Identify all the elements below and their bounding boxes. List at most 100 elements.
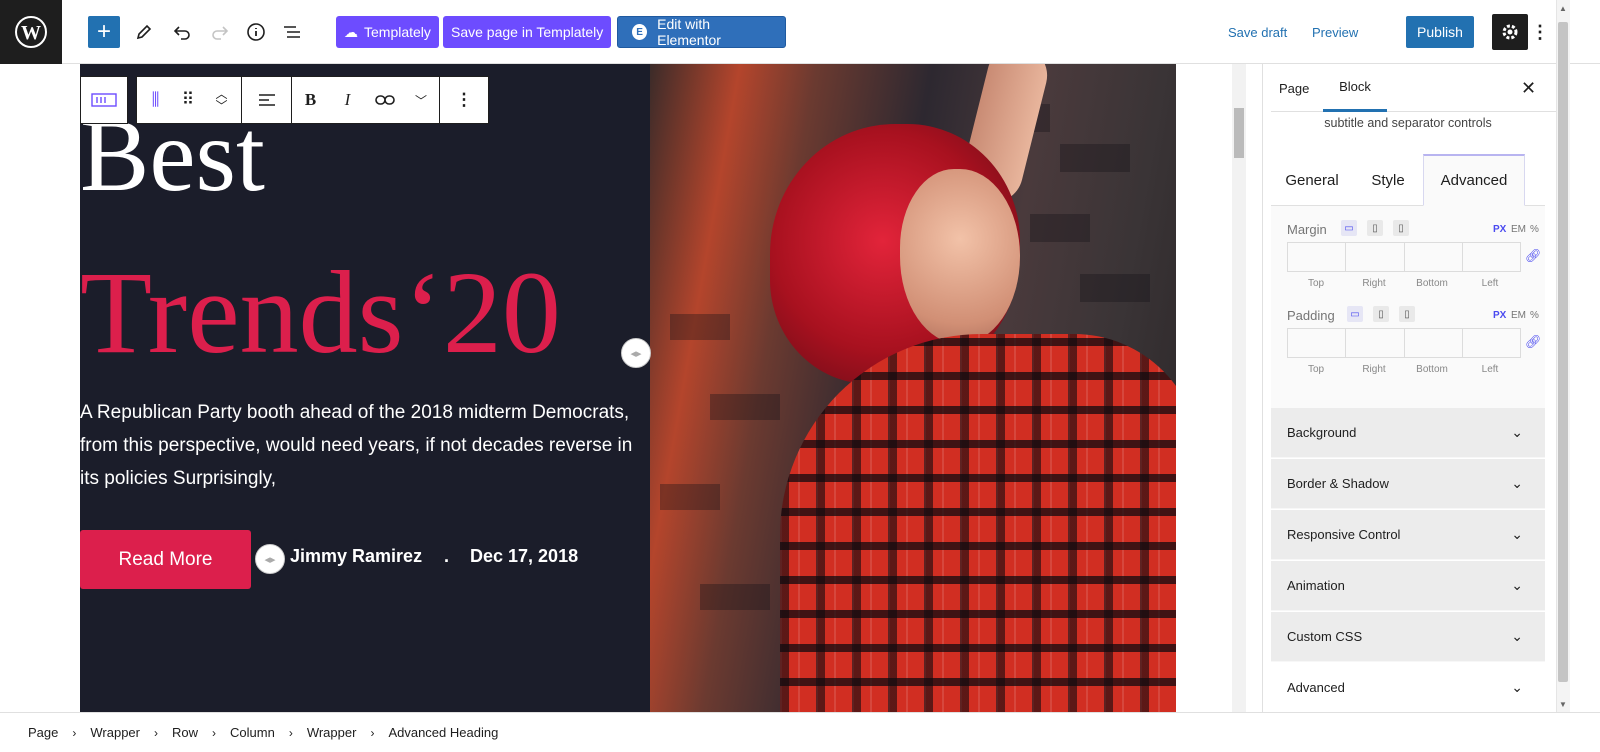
- block-breadcrumb: Page › Wrapper › Row › Column › Wrapper › Adv…: [0, 712, 1600, 752]
- section-custom-css[interactable]: Custom CSS ⌄: [1271, 612, 1545, 662]
- read-more-button[interactable]: Read More: [80, 530, 251, 589]
- unit-em[interactable]: EM: [1511, 224, 1526, 235]
- link-icon[interactable]: [366, 77, 403, 123]
- tablet-icon[interactable]: ▯: [1367, 220, 1383, 236]
- margin-left-input[interactable]: [1463, 243, 1520, 271]
- templately-logo-icon: ☁: [344, 23, 358, 40]
- tab-advanced[interactable]: Advanced: [1423, 154, 1525, 206]
- align-icon[interactable]: [242, 77, 292, 123]
- breadcrumb-wrapper-inner[interactable]: Wrapper: [307, 725, 357, 740]
- options-icon[interactable]: ⋮: [440, 77, 488, 123]
- breadcrumb-column[interactable]: Column: [230, 725, 275, 740]
- link-values-icon[interactable]: 🔗︎: [1525, 334, 1542, 350]
- breadcrumb-row[interactable]: Row: [172, 725, 198, 740]
- column-resize-handle-icon[interactable]: ◂▸: [621, 338, 651, 368]
- tab-style[interactable]: Style: [1353, 154, 1423, 206]
- padding-right-input[interactable]: [1346, 329, 1405, 357]
- margin-right-input[interactable]: [1346, 243, 1405, 271]
- scroll-up-icon[interactable]: ▲: [1556, 4, 1570, 13]
- margin-bottom-input[interactable]: [1405, 243, 1463, 271]
- save-draft-button[interactable]: Save draft: [1228, 16, 1287, 48]
- section-responsive-control[interactable]: Responsive Control ⌄: [1271, 510, 1545, 560]
- tools-button[interactable]: [128, 16, 160, 48]
- link-values-icon[interactable]: 🔗︎: [1525, 248, 1542, 264]
- undo-button[interactable]: [166, 16, 198, 48]
- padding-left-input[interactable]: [1463, 329, 1520, 357]
- templately-button[interactable]: ☁ Templately: [336, 16, 439, 48]
- breadcrumb-page[interactable]: Page: [28, 725, 58, 740]
- heading-line-2[interactable]: Trends‘20: [80, 254, 561, 372]
- heading-block-icon[interactable]: ⫼: [137, 77, 174, 123]
- unit-px[interactable]: PX: [1493, 224, 1506, 235]
- block-type-icon[interactable]: [81, 77, 127, 123]
- move-up-down-icon[interactable]: ︿ ﹀: [202, 77, 242, 123]
- section-advanced[interactable]: Advanced ⌄: [1271, 663, 1545, 713]
- section-advanced-label: Advanced: [1287, 680, 1345, 695]
- unit-px[interactable]: PX: [1493, 310, 1506, 321]
- section-border-shadow[interactable]: Border & Shadow ⌄: [1271, 459, 1545, 509]
- wordpress-logo-icon[interactable]: W: [0, 0, 62, 64]
- chevron-down-icon: ⌄: [1511, 628, 1523, 644]
- chevron-down-icon: ⌄: [1511, 475, 1523, 491]
- close-sidebar-icon[interactable]: ✕: [1521, 64, 1536, 112]
- unit-em[interactable]: EM: [1511, 310, 1526, 321]
- hero-section[interactable]: Best Trends‘20 A Republican Party booth …: [80, 64, 1176, 727]
- italic-icon[interactable]: I: [329, 77, 366, 123]
- bold-icon[interactable]: B: [292, 77, 329, 123]
- margin-top-input[interactable]: [1288, 243, 1347, 271]
- redo-button[interactable]: [204, 16, 236, 48]
- block-controls: ⫼ ⠿ ︿ ﹀ B I ﹀ ⋮: [136, 76, 489, 124]
- padding-bottom-caption: Bottom: [1416, 364, 1448, 375]
- editor-canvas: Best Trends‘20 A Republican Party booth …: [0, 64, 1262, 727]
- chevron-right-icon: ›: [72, 725, 77, 740]
- margin-top-caption: Top: [1307, 278, 1325, 289]
- sidebar-scrollbar[interactable]: [1232, 64, 1246, 727]
- save-in-templately-button[interactable]: Save page in Templately: [443, 16, 612, 48]
- publish-button[interactable]: Publish: [1406, 16, 1474, 48]
- elementor-icon: E: [632, 24, 648, 40]
- edit-with-elementor-button[interactable]: E Edit with Elementor: [617, 16, 786, 48]
- more-options-button[interactable]: ⋮: [1531, 16, 1549, 48]
- breadcrumb-advanced-heading[interactable]: Advanced Heading: [388, 725, 498, 740]
- tablet-icon[interactable]: ▯: [1373, 306, 1389, 322]
- padding-inputs[interactable]: [1287, 328, 1521, 358]
- section-background[interactable]: Background ⌄: [1271, 408, 1545, 458]
- desktop-icon[interactable]: ▭: [1341, 220, 1357, 236]
- padding-right-caption: Right: [1362, 364, 1386, 375]
- sidebar-tabs: Page Block ✕: [1271, 64, 1556, 112]
- padding-top-input[interactable]: [1288, 329, 1347, 357]
- chevron-right-icon: ›: [288, 725, 293, 740]
- redo-icon: [212, 26, 229, 40]
- padding-bottom-input[interactable]: [1405, 329, 1463, 357]
- more-rich-text-icon[interactable]: ﹀: [403, 77, 440, 123]
- post-date: Dec 17, 2018: [470, 546, 579, 566]
- settings-button[interactable]: [1492, 14, 1528, 50]
- parent-selector[interactable]: [80, 76, 128, 124]
- breadcrumb-wrapper[interactable]: Wrapper: [90, 725, 140, 740]
- gear-icon: [1502, 24, 1518, 40]
- drag-handle-icon[interactable]: ⠿: [174, 77, 202, 123]
- preview-button[interactable]: Preview: [1312, 16, 1358, 48]
- page-scrollbar-thumb[interactable]: [1558, 22, 1568, 682]
- mobile-icon[interactable]: ▯: [1393, 220, 1409, 236]
- sidebar-scrollbar-thumb[interactable]: [1234, 108, 1244, 158]
- scroll-down-icon[interactable]: ▼: [1556, 700, 1570, 709]
- section-animation[interactable]: Animation ⌄: [1271, 561, 1545, 611]
- settings-sidebar: Page Block ✕ subtitle and separator cont…: [1262, 64, 1556, 727]
- mobile-icon[interactable]: ▯: [1399, 306, 1415, 322]
- unit-percent[interactable]: %: [1530, 310, 1539, 321]
- tab-page[interactable]: Page: [1279, 64, 1309, 112]
- resize-handle-icon[interactable]: ◂▸: [255, 544, 285, 574]
- info-icon: [247, 23, 265, 41]
- list-view-button[interactable]: [276, 16, 308, 48]
- tab-block[interactable]: Block: [1323, 64, 1387, 112]
- add-block-button[interactable]: +: [88, 16, 120, 48]
- margin-inputs[interactable]: [1287, 242, 1521, 272]
- hero-description[interactable]: A Republican Party booth ahead of the 20…: [80, 396, 640, 495]
- details-button[interactable]: [240, 16, 272, 48]
- desktop-icon[interactable]: ▭: [1347, 306, 1363, 322]
- unit-percent[interactable]: %: [1530, 224, 1539, 235]
- tab-general[interactable]: General: [1271, 154, 1353, 206]
- post-author: Jimmy Ramirez: [290, 546, 423, 566]
- margin-label: Margin: [1287, 222, 1327, 237]
